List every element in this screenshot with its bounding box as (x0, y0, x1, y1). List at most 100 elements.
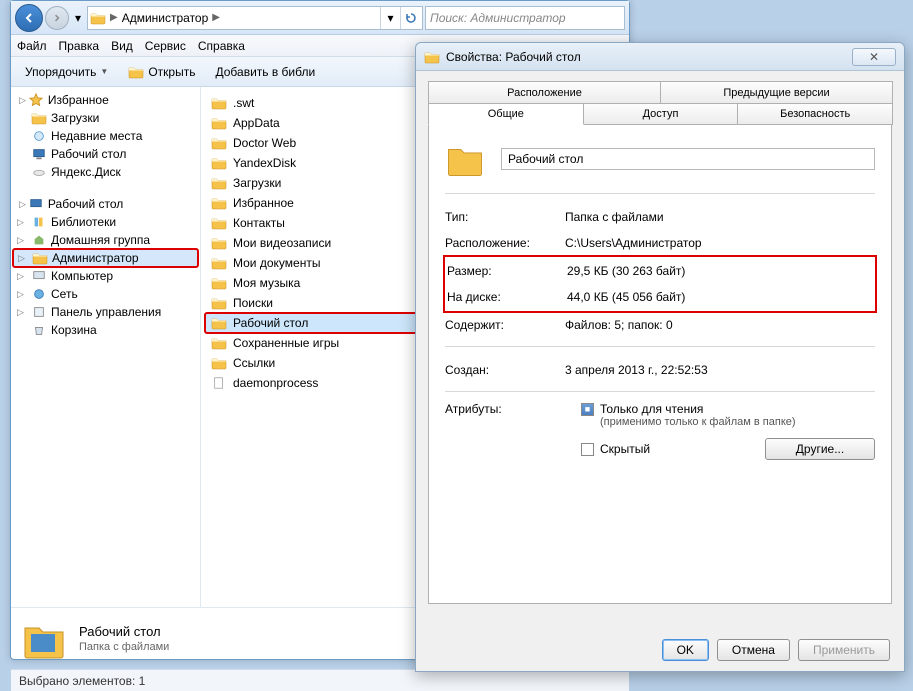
tree-computer[interactable]: ▷Компьютер (13, 267, 198, 285)
tree-network[interactable]: ▷Сеть (13, 285, 198, 303)
contains-label: Содержит: (445, 318, 565, 332)
hidden-label: Скрытый (600, 442, 650, 456)
tree-homegroup[interactable]: ▷Домашняя группа (13, 231, 198, 249)
location-value: C:\Users\Администратор (565, 236, 875, 250)
homegroup-icon (31, 233, 47, 247)
tree-libraries[interactable]: ▷Библиотеки (13, 213, 198, 231)
size-label: Размер: (447, 264, 567, 278)
navigation-pane: ▷Избранное Загрузки Недавние места Рабоч… (11, 87, 201, 607)
contains-value: Файлов: 5; папок: 0 (565, 318, 875, 332)
folder-icon (211, 216, 227, 230)
menu-edit[interactable]: Правка (59, 39, 100, 53)
search-input[interactable]: Поиск: Администратор (425, 6, 625, 30)
include-library-button[interactable]: Добавить в библи (209, 62, 321, 82)
star-icon (28, 93, 44, 107)
folder-icon (211, 176, 227, 190)
size-on-disk-label: На диске: (447, 290, 567, 304)
folder-icon (211, 96, 227, 110)
tab-sharing[interactable]: Доступ (583, 103, 739, 125)
libraries-icon (31, 215, 47, 229)
other-attributes-button[interactable]: Другие... (765, 438, 875, 460)
location-label: Расположение: (445, 236, 565, 250)
properties-dialog: Свойства: Рабочий стол ✕ Расположение Пр… (415, 42, 905, 672)
tree-control-panel[interactable]: ▷Панель управления (13, 303, 198, 321)
user-icon (32, 251, 48, 265)
folder-icon (424, 50, 440, 64)
open-icon (128, 65, 144, 79)
folder-icon (211, 256, 227, 270)
file-icon (211, 376, 227, 390)
menu-view[interactable]: Вид (111, 39, 133, 53)
folder-icon (211, 136, 227, 150)
collapse-icon[interactable]: ▷ (19, 95, 26, 106)
hidden-checkbox[interactable] (581, 443, 594, 456)
desktop-tree-header[interactable]: ▷Рабочий стол (13, 195, 198, 213)
yadisk-icon (31, 165, 47, 179)
recycle-icon (31, 323, 47, 337)
folder-icon (211, 156, 227, 170)
details-type: Папка с файлами (79, 641, 169, 653)
dialog-title: Свойства: Рабочий стол (446, 50, 581, 64)
nav-bar: ▾ ▶ Администратор ▶ ▾ Поиск: Администрат… (11, 1, 629, 35)
status-bar: Выбрано элементов: 1 (11, 669, 629, 691)
readonly-sublabel: (применимо только к файлам в папке) (600, 416, 875, 428)
expand-icon[interactable]: ▷ (19, 199, 26, 210)
general-panel: Рабочий стол Тип:Папка с файлами Располо… (428, 124, 892, 604)
computer-icon (31, 269, 47, 283)
type-label: Тип: (445, 210, 565, 224)
folder-large-icon (21, 616, 67, 662)
back-button[interactable] (15, 4, 43, 32)
details-name: Рабочий стол (79, 624, 169, 639)
tree-recycle-bin[interactable]: Корзина (13, 321, 198, 339)
open-button[interactable]: Открыть (122, 62, 201, 82)
menu-file[interactable]: Файл (17, 39, 47, 53)
close-button[interactable]: ✕ (852, 48, 896, 66)
folder-icon (211, 276, 227, 290)
menu-tools[interactable]: Сервис (145, 39, 186, 53)
cancel-button[interactable]: Отмена (717, 639, 790, 661)
fav-downloads[interactable]: Загрузки (13, 109, 198, 127)
folder-icon (211, 356, 227, 370)
created-value: 3 апреля 2013 г., 22:52:53 (565, 363, 875, 377)
fav-desktop[interactable]: Рабочий стол (13, 145, 198, 163)
menu-help[interactable]: Справка (198, 39, 245, 53)
fav-recent[interactable]: Недавние места (13, 127, 198, 145)
breadcrumb-sep-icon: ▶ (110, 12, 118, 23)
desktop-icon (31, 147, 47, 161)
tab-location[interactable]: Расположение (428, 81, 661, 103)
control-panel-icon (31, 305, 47, 319)
size-on-disk-value: 44,0 КБ (45 056 байт) (567, 290, 873, 304)
tree-administrator[interactable]: ▷Администратор (13, 249, 198, 267)
user-folder-icon (90, 10, 106, 26)
dialog-titlebar[interactable]: Свойства: Рабочий стол ✕ (416, 43, 904, 71)
forward-button[interactable] (45, 6, 69, 30)
breadcrumb-item[interactable]: Администратор (122, 11, 209, 25)
ok-button[interactable]: OK (662, 639, 709, 661)
attributes-label: Атрибуты: (445, 402, 565, 460)
readonly-checkbox[interactable]: ■ (581, 403, 594, 416)
folder-icon (211, 236, 227, 250)
name-input[interactable]: Рабочий стол (501, 148, 875, 170)
folder-icon (211, 316, 227, 330)
tab-previous-versions[interactable]: Предыдущие версии (660, 81, 893, 103)
folder-icon (211, 336, 227, 350)
fav-yandex[interactable]: Яндекс.Диск (13, 163, 198, 181)
created-label: Создан: (445, 363, 565, 377)
favorites-header[interactable]: ▷Избранное (13, 91, 198, 109)
size-value: 29,5 КБ (30 263 байт) (567, 264, 873, 278)
folder-icon (211, 296, 227, 310)
refresh-button[interactable] (400, 7, 420, 29)
apply-button[interactable]: Применить (798, 639, 890, 661)
address-dropdown[interactable]: ▾ (380, 7, 400, 29)
folder-icon (211, 116, 227, 130)
tab-security[interactable]: Безопасность (737, 103, 893, 125)
readonly-label: Только для чтения (600, 402, 703, 416)
tab-general[interactable]: Общие (428, 103, 584, 125)
size-highlight: Размер:29,5 КБ (30 263 байт) На диске:44… (443, 255, 877, 313)
type-value: Папка с файлами (565, 210, 875, 224)
network-icon (31, 287, 47, 301)
organize-button[interactable]: Упорядочить ▼ (19, 62, 114, 82)
recent-icon (31, 129, 47, 143)
address-bar[interactable]: ▶ Администратор ▶ ▾ (87, 6, 423, 30)
nav-history-dropdown[interactable]: ▾ (71, 4, 85, 32)
